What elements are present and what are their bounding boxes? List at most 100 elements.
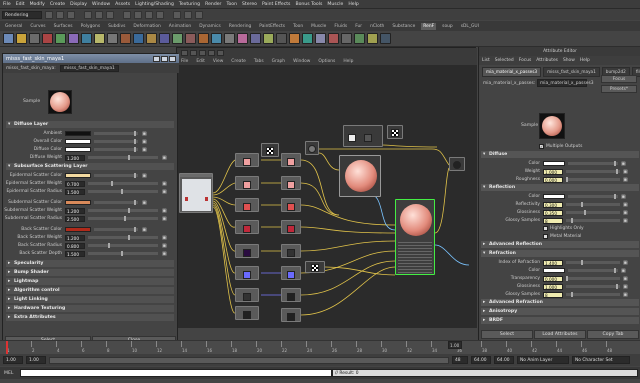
ae-color-swatch[interactable] [543, 268, 565, 273]
shelf-tool-icon[interactable] [146, 33, 157, 44]
menu-render[interactable]: Render [205, 2, 221, 7]
light-info-node[interactable] [305, 141, 319, 155]
ae-menu-selected[interactable]: Selected [495, 58, 514, 63]
hypershade-menu-edit[interactable]: Edit [196, 59, 205, 64]
ae-value-field[interactable]: 0.000 [543, 275, 563, 282]
map-button-icon[interactable]: ▣ [162, 181, 167, 187]
menu-edit[interactable]: Edit [16, 2, 25, 7]
shelf-tool-icon[interactable] [367, 33, 378, 44]
node-name-field[interactable]: misss_fast_skin_maya1 [59, 64, 119, 72]
ae-value-field[interactable]: 0.300 [543, 201, 563, 208]
ae-section-advanced-reflection[interactable]: Advanced Reflection [481, 241, 639, 248]
shelf-tab-deformation[interactable]: Deformation [131, 23, 162, 30]
snap-point-icon[interactable] [145, 10, 153, 19]
shelf-tool-icon[interactable] [120, 33, 131, 44]
ae-value-field[interactable]: 8 [543, 291, 563, 298]
file-node-2[interactable] [281, 176, 301, 190]
hypershade-menu-window[interactable]: Window [293, 59, 310, 64]
menu-toon[interactable]: Toon [226, 2, 237, 7]
hypershade-menu-file[interactable]: File [181, 59, 188, 64]
node-graph[interactable] [177, 65, 477, 328]
file-node-3[interactable] [281, 198, 301, 212]
shelf-tool-icon[interactable] [172, 33, 183, 44]
ae-map-button-icon[interactable]: ▣ [623, 292, 628, 298]
ae-value-slider[interactable] [566, 260, 620, 265]
section-algorithm-control[interactable]: Algorithm control [6, 287, 174, 294]
file-node-1[interactable] [281, 153, 301, 167]
hypershade-menu-view[interactable]: View [213, 59, 223, 64]
shelf-tool-icon[interactable] [68, 33, 79, 44]
value-field[interactable]: 1.200 [65, 207, 85, 214]
bump2d-node[interactable] [343, 125, 383, 147]
shelf-tab-fur[interactable]: Fur [353, 23, 364, 30]
presets-button[interactable]: Presets* [601, 85, 637, 93]
hypershade-menu-tabs[interactable]: Tabs [254, 59, 264, 64]
range-end-field[interactable]: 48 [452, 356, 468, 364]
ae-section-advanced-refraction[interactable]: Advanced Refraction [481, 299, 639, 306]
ae-section-brdf[interactable]: BRDF [481, 317, 639, 324]
shelf-tool-icon[interactable] [328, 33, 339, 44]
save-scene-icon[interactable] [67, 10, 75, 19]
shelf-tab-soup[interactable]: soup [440, 23, 455, 30]
snap-plane-icon[interactable] [156, 10, 164, 19]
menu-lighting-shading[interactable]: Lighting/Shading [135, 2, 174, 7]
close-icon[interactable] [169, 55, 176, 62]
map-button-icon[interactable]: ▣ [142, 173, 147, 179]
character-set-dropdown[interactable]: No Character Set [572, 356, 630, 364]
value-slider[interactable] [88, 243, 158, 248]
ae-value-slider[interactable] [566, 177, 620, 182]
place2d-node-7[interactable] [235, 288, 259, 302]
select-by-component-icon[interactable] [106, 10, 114, 19]
place2d-node-5[interactable] [235, 244, 259, 258]
shelf-tool-icon[interactable] [29, 33, 40, 44]
shelf-tool-icon[interactable] [16, 33, 27, 44]
menu-texturing[interactable]: Texturing [179, 2, 200, 7]
section-subsurface-scattering-layer[interactable]: Subsurface Scattering Layer [6, 163, 174, 170]
ae-value-slider[interactable] [566, 210, 620, 215]
menu-help[interactable]: Help [348, 2, 358, 7]
ae-menu-show[interactable]: Show [563, 58, 575, 63]
ae-menu-list[interactable]: List [482, 58, 490, 63]
color-slider[interactable] [94, 147, 138, 152]
range-start-field[interactable]: 1.00 [26, 356, 46, 364]
ae-section-anisotropy[interactable]: Anisotropy [481, 308, 639, 315]
file-node-8[interactable] [281, 308, 301, 322]
section-specularity[interactable]: Specularity [6, 260, 174, 267]
playback-end-field[interactable]: 64.00 [494, 356, 514, 364]
shelf-tab-sdl-gui[interactable]: sDL_GUI [459, 23, 481, 30]
section-lightmap[interactable]: Lightmap [6, 278, 174, 285]
ae-menu-help[interactable]: Help [580, 58, 590, 63]
hypershade-menu-graph[interactable]: Graph [272, 59, 285, 64]
ae-map-button-icon[interactable]: ▣ [623, 284, 628, 290]
value-field[interactable]: 1.200 [65, 234, 85, 241]
ae-map-button-icon[interactable]: ▣ [623, 210, 628, 216]
graph-upstream-icon[interactable] [190, 49, 197, 56]
map-button-icon[interactable]: ▣ [142, 139, 147, 145]
menu-file[interactable]: File [3, 2, 11, 7]
open-scene-icon[interactable] [56, 10, 64, 19]
shading-group-node[interactable] [449, 157, 465, 171]
hypershade-menu-options[interactable]: Options [318, 59, 335, 64]
map-button-icon[interactable]: ▣ [142, 147, 147, 153]
section-bump-shader[interactable]: Bump Shader [6, 269, 174, 276]
shelf-tab-ncloth[interactable]: nCloth [368, 23, 386, 30]
shelf-tab-muscle[interactable]: Muscle [309, 23, 328, 30]
ae-section-refraction[interactable]: Refraction [481, 250, 639, 257]
value-slider[interactable] [88, 235, 158, 240]
file-node-6[interactable] [281, 266, 301, 280]
ae-value-field[interactable]: 1.000 [543, 283, 563, 290]
ae-value-slider[interactable] [566, 169, 620, 174]
shelf-tool-icon[interactable] [107, 33, 118, 44]
snap-grid-icon[interactable] [123, 10, 131, 19]
menu-assets[interactable]: Assets [115, 2, 130, 7]
shelf-tool-icon[interactable] [55, 33, 66, 44]
ae-map-button-icon[interactable]: ▣ [623, 218, 628, 224]
map-button-icon[interactable]: ▣ [162, 235, 167, 241]
shelf-tool-icon[interactable] [81, 33, 92, 44]
ae-map-button-icon[interactable]: ▣ [623, 276, 628, 282]
shelf-tool-icon[interactable] [276, 33, 287, 44]
section-hardware-texturing[interactable]: Hardware Texturing [6, 305, 174, 312]
shelf-tool-icon[interactable] [94, 33, 105, 44]
value-slider[interactable] [88, 216, 158, 221]
ae-color-swatch[interactable] [543, 161, 565, 166]
